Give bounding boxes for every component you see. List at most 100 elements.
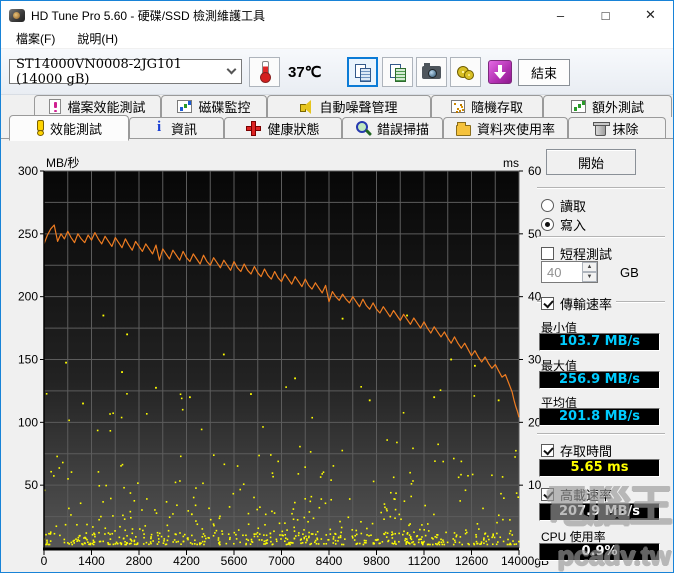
tab-label: 隨機存取 <box>470 100 523 115</box>
chevron-down-icon[interactable] <box>221 60 241 83</box>
svg-text:9800: 9800 <box>363 554 390 568</box>
erase-icon <box>593 122 611 136</box>
read-radio-circle[interactable] <box>541 199 554 212</box>
svg-text:4200: 4200 <box>173 554 200 568</box>
tab-strip: 檔案效能測試 磁碟監控 自動噪聲管理 隨機存取 額外測試效能測試 資訊 健康狀態 錯誤掃描 資料… <box>1 95 673 141</box>
capacity-stepper-up[interactable]: ▲ <box>582 262 597 272</box>
capacity-field: 40 ▲ ▼ GB <box>541 261 639 283</box>
health-icon <box>246 121 262 136</box>
tab-erase[interactable]: 抹除 <box>568 117 666 139</box>
minimize-button[interactable]: – <box>538 1 583 29</box>
svg-text:ms: ms <box>503 156 519 170</box>
access-time-checkbox[interactable]: 存取時間 <box>541 441 612 460</box>
svg-text:5600: 5600 <box>221 554 248 568</box>
separator <box>537 236 665 238</box>
separator <box>537 187 665 189</box>
tab-info[interactable]: 資訊 <box>129 117 224 139</box>
exit-button[interactable]: 結束 <box>518 59 570 86</box>
short-stroke-checkbox-box[interactable] <box>541 247 554 260</box>
tab-file-benchmark[interactable]: 檔案效能測試 <box>34 95 161 117</box>
transfer-rate-checkbox[interactable]: 傳輸速率 <box>541 294 617 313</box>
folder-usage-icon <box>455 121 471 136</box>
min-value-display: 103.7 MB/s <box>539 333 660 351</box>
capacity-input[interactable]: 40 ▲ ▼ <box>541 261 598 283</box>
tab-benchmark[interactable]: 效能測試 <box>9 115 129 141</box>
write-radio-circle[interactable] <box>541 218 554 231</box>
benchmark-icon <box>36 120 44 136</box>
transfer-rate-chart: 501001502002503001020304050600 1400 2800 42… <box>18 156 549 568</box>
gears-icon <box>456 64 475 80</box>
tab-error-scan[interactable]: 錯誤掃描 <box>342 117 443 139</box>
read-radio[interactable]: 讀取 <box>541 196 586 215</box>
cpu-usage-display: 0.9% <box>539 543 660 561</box>
svg-text:100: 100 <box>18 415 38 429</box>
benchmark-panel: 開始 讀取 寫入 短程測試 40 ▲ ▼ GB 傳輸速率 最小值 103.7 M… <box>535 141 673 571</box>
tab-label: 自動噪聲管理 <box>319 100 398 115</box>
burst-rate-label: 高載速率 <box>560 488 613 503</box>
capacity-stepper-down[interactable]: ▼ <box>582 272 597 282</box>
menu-bar: 檔案(F) 說明(H) <box>1 29 673 49</box>
tab-disk-monitor[interactable]: 磁碟監控 <box>161 95 267 117</box>
save-results-button[interactable] <box>484 57 515 87</box>
maximize-button[interactable]: □ <box>583 1 628 29</box>
read-radio-label: 讀取 <box>560 199 587 214</box>
capacity-unit-label: GB <box>620 264 639 280</box>
svg-text:11200: 11200 <box>408 554 441 568</box>
svg-text:MB/秒: MB/秒 <box>46 156 79 170</box>
svg-text:7000: 7000 <box>268 554 295 568</box>
tab-label: 健康狀態 <box>267 122 320 137</box>
svg-text:12600: 12600 <box>455 554 489 568</box>
hdtune-window: HD Tune Pro 5.60 - 硬碟/SSD 檢測維護工具 – □ ✕ 檔… <box>0 0 674 573</box>
tab-aam[interactable]: 自動噪聲管理 <box>267 95 431 117</box>
app-icon <box>9 8 25 22</box>
download-arrow-icon <box>487 60 512 84</box>
svg-text:150: 150 <box>18 353 38 367</box>
drive-select[interactable]: ST14000VN0008-2JG101 (14000 gB) <box>9 56 242 87</box>
burst-rate-checkbox-box[interactable] <box>541 488 554 501</box>
burst-rate-display: 207.9 MB/s <box>539 503 660 521</box>
svg-text:1400: 1400 <box>78 554 105 568</box>
temperature-value: 37℃ <box>288 64 322 81</box>
copy-image-button[interactable] <box>382 57 413 87</box>
access-time-label: 存取時間 <box>560 444 613 459</box>
tab-extra-tests[interactable]: 額外測試 <box>543 95 672 117</box>
camera-icon <box>422 62 441 79</box>
svg-text:50: 50 <box>25 478 39 492</box>
extra-tests-icon <box>570 100 586 113</box>
capacity-value: 40 <box>547 265 562 280</box>
tab-health[interactable]: 健康狀態 <box>224 117 342 139</box>
avg-value-display: 201.8 MB/s <box>539 408 660 426</box>
max-value-display: 256.9 MB/s <box>539 371 660 389</box>
tab-folder-usage[interactable]: 資料夾使用率 <box>443 117 568 139</box>
write-radio[interactable]: 寫入 <box>541 215 586 234</box>
aam-icon <box>300 100 313 114</box>
start-button-label: 開始 <box>577 155 604 171</box>
svg-text:300: 300 <box>18 164 38 178</box>
access-time-checkbox-box[interactable] <box>541 444 554 457</box>
transfer-rate-checkbox-box[interactable] <box>541 297 554 310</box>
window-title: HD Tune Pro 5.60 - 硬碟/SSD 檢測維護工具 <box>31 8 266 23</box>
tab-label: 抹除 <box>612 122 639 137</box>
copy-icon <box>354 63 371 82</box>
copy-text-button[interactable] <box>347 57 378 87</box>
menu-file[interactable]: 檔案(F) <box>9 30 62 47</box>
tab-random-access[interactable]: 隨機存取 <box>431 95 543 117</box>
svg-text:200: 200 <box>18 290 38 304</box>
svg-text:0: 0 <box>41 554 48 568</box>
start-benchmark-button[interactable]: 開始 <box>546 149 636 175</box>
svg-text:8400: 8400 <box>316 554 343 568</box>
close-button[interactable]: ✕ <box>628 1 673 29</box>
title-bar[interactable]: HD Tune Pro 5.60 - 硬碟/SSD 檢測維護工具 – □ ✕ <box>1 1 673 29</box>
tab-label: 磁碟監控 <box>198 100 251 115</box>
disk-monitor-icon <box>177 100 193 113</box>
screenshot-button[interactable] <box>416 57 447 87</box>
drive-select-value: ST14000VN0008-2JG101 (14000 gB) <box>16 56 182 87</box>
tab-label: 效能測試 <box>49 121 102 137</box>
temperature-button[interactable] <box>249 57 280 87</box>
options-button[interactable] <box>450 57 481 87</box>
burst-rate-checkbox[interactable]: 高載速率 <box>541 485 612 504</box>
info-icon <box>156 119 165 137</box>
svg-text:2800: 2800 <box>126 554 153 568</box>
menu-help[interactable]: 說明(H) <box>70 30 125 47</box>
error-scan-icon <box>355 121 371 136</box>
